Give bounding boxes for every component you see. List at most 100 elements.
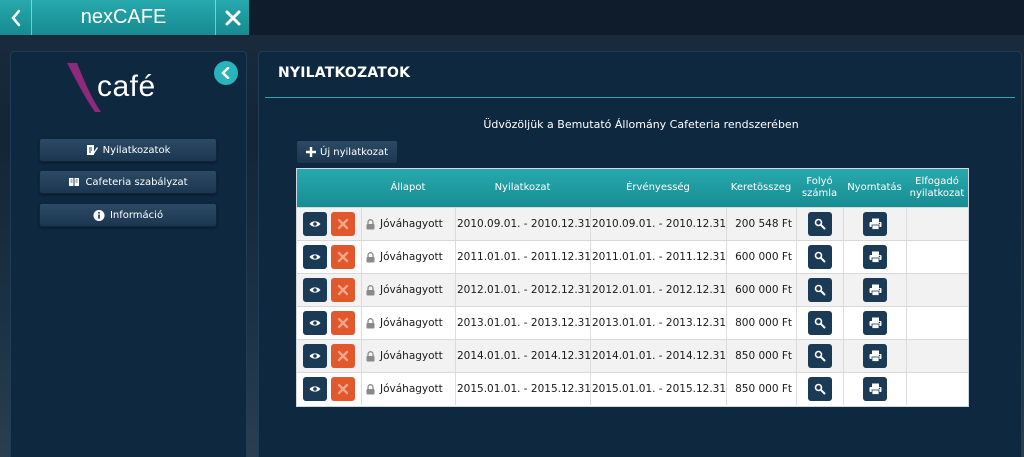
new-declaration-label: Új nyilatkozat bbox=[320, 146, 388, 158]
validity-cell: 2013.01.01. - 2013.12.31. bbox=[590, 307, 726, 339]
amount-cell: 600 000 Ft bbox=[726, 274, 796, 306]
close-icon bbox=[337, 350, 349, 362]
close-icon bbox=[337, 251, 349, 263]
row-actions-cell bbox=[297, 373, 361, 405]
print-button[interactable] bbox=[863, 377, 887, 401]
delete-button[interactable] bbox=[331, 278, 355, 302]
status-text: Jóváhagyott bbox=[380, 218, 443, 230]
table-row: Jóváhagyott 2011.01.01. - 2011.12.31. 2011… bbox=[297, 240, 968, 273]
close-icon bbox=[337, 218, 349, 230]
view-button[interactable] bbox=[303, 344, 327, 368]
search-icon bbox=[814, 317, 826, 329]
view-button[interactable] bbox=[303, 212, 327, 236]
book-icon bbox=[68, 176, 80, 188]
print-button[interactable] bbox=[863, 311, 887, 335]
status-text: Jóváhagyott bbox=[380, 251, 443, 263]
sidebar-item-informacio[interactable]: Információ bbox=[39, 203, 217, 227]
chevron-left-icon bbox=[221, 67, 230, 79]
print-button[interactable] bbox=[863, 344, 887, 368]
collapse-sidebar-button[interactable] bbox=[214, 61, 238, 85]
table-row: Jóváhagyott 2012.01.01. - 2012.12.31. 2012… bbox=[297, 273, 968, 306]
search-icon bbox=[814, 383, 826, 395]
account-cell bbox=[796, 208, 843, 240]
row-actions-cell bbox=[297, 241, 361, 273]
row-actions-cell bbox=[297, 340, 361, 372]
accepted-cell bbox=[906, 241, 968, 273]
delete-button[interactable] bbox=[331, 377, 355, 401]
account-search-button[interactable] bbox=[808, 344, 832, 368]
delete-button[interactable] bbox=[331, 212, 355, 236]
header-account-line2: számla bbox=[801, 188, 838, 199]
print-cell bbox=[843, 241, 906, 273]
eye-icon bbox=[309, 254, 321, 260]
validity-cell: 2015.01.01. - 2015.12.31. bbox=[590, 373, 726, 405]
print-cell bbox=[843, 307, 906, 339]
eye-icon bbox=[309, 320, 321, 326]
view-button[interactable] bbox=[303, 278, 327, 302]
status-cell: Jóváhagyott bbox=[361, 241, 455, 273]
search-icon bbox=[814, 350, 826, 362]
search-icon bbox=[814, 218, 826, 230]
close-button[interactable] bbox=[215, 0, 249, 35]
main-panel: NYILATKOZATOK Üdvözöljük a Bemutató Állo… bbox=[258, 51, 1022, 457]
table-header: Állapot Nyilatkozat Érvényesség Keretöss… bbox=[297, 169, 968, 207]
print-button[interactable] bbox=[863, 278, 887, 302]
declaration-cell: 2014.01.01. - 2014.12.31. bbox=[455, 340, 590, 372]
brand-bar: nexCAFE bbox=[0, 0, 249, 35]
title-divider bbox=[265, 97, 1015, 98]
view-button[interactable] bbox=[303, 245, 327, 269]
header-account: Folyó számla bbox=[796, 169, 843, 207]
table-row: Jóváhagyott 2013.01.01. - 2013.12.31. 2013… bbox=[297, 306, 968, 339]
page-title: NYILATKOZATOK bbox=[278, 65, 411, 81]
account-search-button[interactable] bbox=[808, 245, 832, 269]
row-actions-cell bbox=[297, 208, 361, 240]
account-search-button[interactable] bbox=[808, 212, 832, 236]
print-button[interactable] bbox=[863, 245, 887, 269]
eye-icon bbox=[309, 386, 321, 392]
sidebar-item-label: Cafeteria szabályzat bbox=[85, 176, 188, 188]
header-amount: Keretösszeg bbox=[730, 182, 792, 193]
account-cell bbox=[796, 307, 843, 339]
print-button[interactable] bbox=[863, 212, 887, 236]
lock-icon bbox=[366, 350, 375, 361]
cafe-logo: café bbox=[65, 60, 175, 116]
view-button[interactable] bbox=[303, 377, 327, 401]
sidebar-item-label: Információ bbox=[109, 209, 164, 221]
app-title: nexCAFE bbox=[80, 6, 167, 28]
print-cell bbox=[843, 208, 906, 240]
row-actions-cell bbox=[297, 307, 361, 339]
view-button[interactable] bbox=[303, 311, 327, 335]
close-icon bbox=[337, 284, 349, 296]
status-text: Jóváhagyott bbox=[380, 284, 443, 296]
status-cell: Jóváhagyott bbox=[361, 373, 455, 405]
header-status: Állapot bbox=[390, 182, 426, 193]
edit-document-icon bbox=[86, 144, 98, 156]
search-icon bbox=[814, 251, 826, 263]
header-print: Nyomtatás bbox=[847, 182, 902, 193]
status-cell: Jóváhagyott bbox=[361, 307, 455, 339]
delete-button[interactable] bbox=[331, 344, 355, 368]
lock-icon bbox=[366, 218, 375, 229]
account-search-button[interactable] bbox=[808, 278, 832, 302]
eye-icon bbox=[309, 287, 321, 293]
new-declaration-button[interactable]: Új nyilatkozat bbox=[296, 140, 398, 164]
declaration-cell: 2015.01.01. - 2015.12.31. bbox=[455, 373, 590, 405]
printer-icon bbox=[869, 350, 881, 362]
account-cell bbox=[796, 274, 843, 306]
status-cell: Jóváhagyott bbox=[361, 208, 455, 240]
back-button[interactable] bbox=[0, 0, 32, 35]
sidebar-item-cafeteria-szabalyzat[interactable]: Cafeteria szabályzat bbox=[39, 170, 217, 194]
status-text: Jóváhagyott bbox=[380, 317, 443, 329]
sidebar-item-nyilatkozatok[interactable]: Nyilatkozatok bbox=[39, 138, 217, 162]
account-search-button[interactable] bbox=[808, 377, 832, 401]
declaration-cell: 2010.09.01. - 2010.12.31. bbox=[455, 208, 590, 240]
sidebar-item-label: Nyilatkozatok bbox=[102, 144, 171, 156]
logo-text: café bbox=[97, 70, 156, 103]
delete-button[interactable] bbox=[331, 245, 355, 269]
status-text: Jóváhagyott bbox=[380, 383, 443, 395]
status-cell: Jóváhagyott bbox=[361, 274, 455, 306]
delete-button[interactable] bbox=[331, 311, 355, 335]
print-cell bbox=[843, 340, 906, 372]
account-search-button[interactable] bbox=[808, 311, 832, 335]
printer-icon bbox=[869, 218, 881, 230]
